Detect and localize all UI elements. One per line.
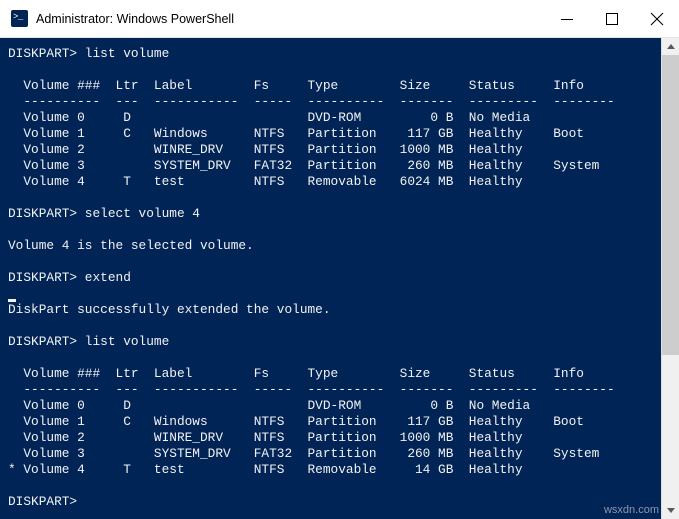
- powershell-icon: >_: [11, 10, 28, 27]
- console-line: DISKPART> select volume 4: [8, 206, 200, 221]
- scrollbar-track[interactable]: [662, 55, 679, 502]
- console-line: Volume 3 SYSTEM_DRV FAT32 Partition 260 …: [8, 446, 600, 461]
- console-line: Volume 1 C Windows NTFS Partition 117 GB…: [8, 414, 584, 429]
- powershell-prompt-glyph: >_: [13, 12, 23, 22]
- console-line: ---------- --- ----------- ----- -------…: [8, 94, 615, 109]
- scrollbar-thumb[interactable]: [662, 55, 679, 355]
- console-line: DISKPART> list volume: [8, 334, 170, 349]
- console-line: Volume 0 D DVD-ROM 0 B No Media: [8, 398, 531, 413]
- text-cursor: [8, 299, 16, 302]
- console-line: Volume 4 T test NTFS Removable 6024 MB H…: [8, 174, 523, 189]
- console-line: Volume 4 is the selected volume.: [8, 238, 254, 253]
- vertical-scrollbar[interactable]: [661, 38, 679, 519]
- console-line: Volume 2 WINRE_DRV NTFS Partition 1000 M…: [8, 430, 523, 445]
- close-button[interactable]: [634, 0, 679, 37]
- chevron-down-icon: [666, 507, 675, 513]
- maximize-button[interactable]: [589, 0, 634, 37]
- console-line: Volume ### Ltr Label Fs Type Size Status…: [8, 78, 584, 93]
- scroll-down-button[interactable]: [662, 502, 679, 519]
- window-titlebar: >_ Administrator: Windows PowerShell: [0, 0, 679, 38]
- scroll-up-button[interactable]: [662, 38, 679, 55]
- console-line: ---------- --- ----------- ----- -------…: [8, 382, 615, 397]
- console-line: Volume 1 C Windows NTFS Partition 117 GB…: [8, 126, 584, 141]
- powershell-window: >_ Administrator: Windows PowerShell DIS…: [0, 0, 679, 519]
- console-body: DISKPART> list volume Volume ### Ltr Lab…: [0, 38, 679, 519]
- maximize-icon: [605, 12, 618, 25]
- minimize-button[interactable]: [544, 0, 589, 37]
- console-line: DISKPART>: [8, 494, 78, 509]
- minimize-icon: [560, 18, 573, 20]
- chevron-up-icon: [666, 43, 675, 49]
- close-icon: [650, 12, 663, 25]
- console-line: Volume ### Ltr Label Fs Type Size Status…: [8, 366, 584, 381]
- window-title: Administrator: Windows PowerShell: [36, 11, 234, 26]
- console-output[interactable]: DISKPART> list volume Volume ### Ltr Lab…: [0, 38, 661, 519]
- console-line: Volume 0 D DVD-ROM 0 B No Media: [8, 110, 531, 125]
- console-line: DISKPART> extend: [8, 270, 131, 285]
- console-line: Volume 3 SYSTEM_DRV FAT32 Partition 260 …: [8, 158, 600, 173]
- console-line: DISKPART> list volume: [8, 46, 170, 61]
- console-line: Volume 2 WINRE_DRV NTFS Partition 1000 M…: [8, 142, 523, 157]
- watermark-text: wsxdn.com: [603, 504, 659, 516]
- console-line: * Volume 4 T test NTFS Removable 14 GB H…: [8, 462, 523, 477]
- console-line: DiskPart successfully extended the volum…: [8, 302, 331, 317]
